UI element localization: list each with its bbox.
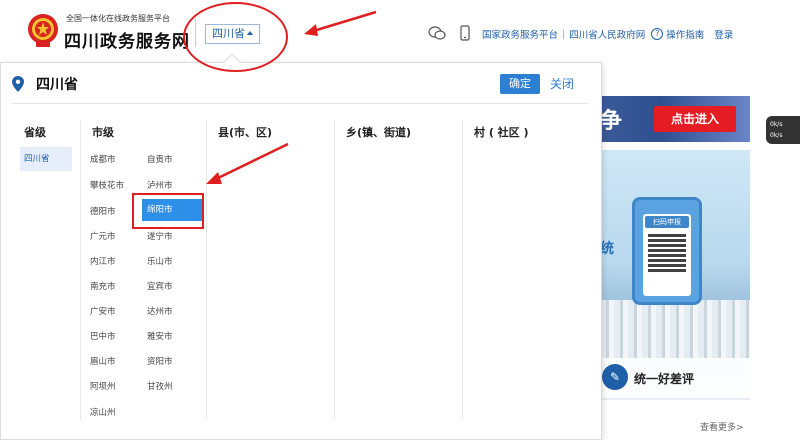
column-divider — [80, 120, 81, 420]
annotation-arrow-icon — [206, 142, 289, 184]
panel-header: 四川省 — [12, 74, 78, 94]
logo-subtitle: 全国一体化在线政务服务平台 — [66, 14, 170, 23]
download-speed: 0k/s — [770, 132, 783, 139]
city-item[interactable]: 泸州市 — [147, 179, 173, 191]
annotation-selection-box — [132, 193, 204, 229]
national-emblem-icon — [28, 14, 58, 47]
city-item[interactable]: 宜宾市 — [147, 280, 173, 292]
banner-snow-scenery — [600, 300, 750, 360]
column-province-title: 省级 — [24, 126, 46, 139]
column-city-title: 市级 — [92, 126, 114, 139]
wechat-icon[interactable] — [428, 24, 446, 42]
confirm-button[interactable]: 确定 — [500, 74, 540, 94]
province-item-sichuan[interactable]: 四川省 — [20, 147, 72, 171]
site-header: 全国一体化在线政务服务平台 四川政务服务网 四川省 国家政务服务平台 | 四川省… — [0, 0, 800, 62]
annotation-circle — [183, 2, 288, 72]
network-speed-widget: 0k/s 0k/s — [766, 116, 800, 144]
city-item[interactable]: 广元市 — [90, 230, 116, 242]
column-divider — [334, 120, 335, 420]
provincial-gov-link[interactable]: 四川省人民政府网 — [569, 27, 645, 41]
city-item[interactable]: 成都市 — [90, 153, 116, 165]
column-county-title: 县(市、区) — [218, 126, 273, 139]
column-divider — [462, 120, 463, 420]
city-item[interactable]: 巴中市 — [90, 330, 116, 342]
mobile-phone-icon[interactable] — [456, 24, 474, 42]
city-item[interactable]: 凉山州 — [90, 406, 116, 418]
panel-title: 四川省 — [36, 77, 78, 93]
city-item[interactable]: 遂宁市 — [147, 230, 173, 242]
city-item[interactable]: 广安市 — [90, 305, 116, 317]
location-pin-icon — [12, 76, 24, 92]
upload-speed: 0k/s — [770, 121, 783, 128]
national-platform-link[interactable]: 国家政务服务平台 — [482, 27, 558, 41]
city-item[interactable]: 内江市 — [90, 255, 116, 267]
help-circle-icon: ? — [651, 28, 664, 40]
login-link[interactable]: 登录 — [714, 27, 733, 41]
column-town-title: 乡(镇、街道) — [346, 126, 412, 139]
city-item[interactable]: 雅安市 — [147, 330, 173, 342]
top-links: 国家政务服务平台 | 四川省人民政府网 ? 操作指南 登录 — [482, 27, 733, 41]
city-item[interactable]: 乐山市 — [147, 255, 173, 267]
operation-guide-link[interactable]: 操作指南 — [666, 27, 704, 41]
see-more-link[interactable]: 查看更多> — [700, 420, 744, 433]
close-button[interactable]: 关闭 — [550, 75, 574, 92]
city-item[interactable]: 南充市 — [90, 280, 116, 292]
header-tools — [428, 24, 484, 42]
banner-top-text: 争 — [600, 109, 623, 134]
logo-title[interactable]: 四川政务服务网 — [64, 27, 190, 52]
panel-header-divider — [12, 103, 588, 104]
qr-code-icon — [648, 234, 686, 272]
column-village-title: 村 ( 社区 ) — [474, 126, 529, 139]
city-item[interactable]: 达州市 — [147, 305, 173, 317]
city-item[interactable]: 眉山市 — [90, 355, 116, 367]
pen-icon: ✎ — [602, 364, 628, 390]
city-item[interactable]: 德阳市 — [90, 205, 116, 217]
link-separator: | — [562, 28, 566, 40]
scan-declare-label: 扫码申报 — [645, 216, 689, 228]
enter-button[interactable]: 点击进入 — [654, 106, 736, 132]
city-item[interactable]: 阿坝州 — [90, 380, 116, 392]
city-item[interactable]: 攀枝花市 — [90, 179, 124, 191]
city-item[interactable]: 甘孜州 — [147, 380, 173, 392]
city-item[interactable]: 自贡市 — [147, 153, 173, 165]
banner-scan-text: 统 — [600, 241, 614, 257]
evaluation-text: 统一好差评 — [634, 372, 695, 386]
city-item[interactable]: 资阳市 — [147, 355, 173, 367]
annotation-arrow-icon — [304, 10, 377, 36]
